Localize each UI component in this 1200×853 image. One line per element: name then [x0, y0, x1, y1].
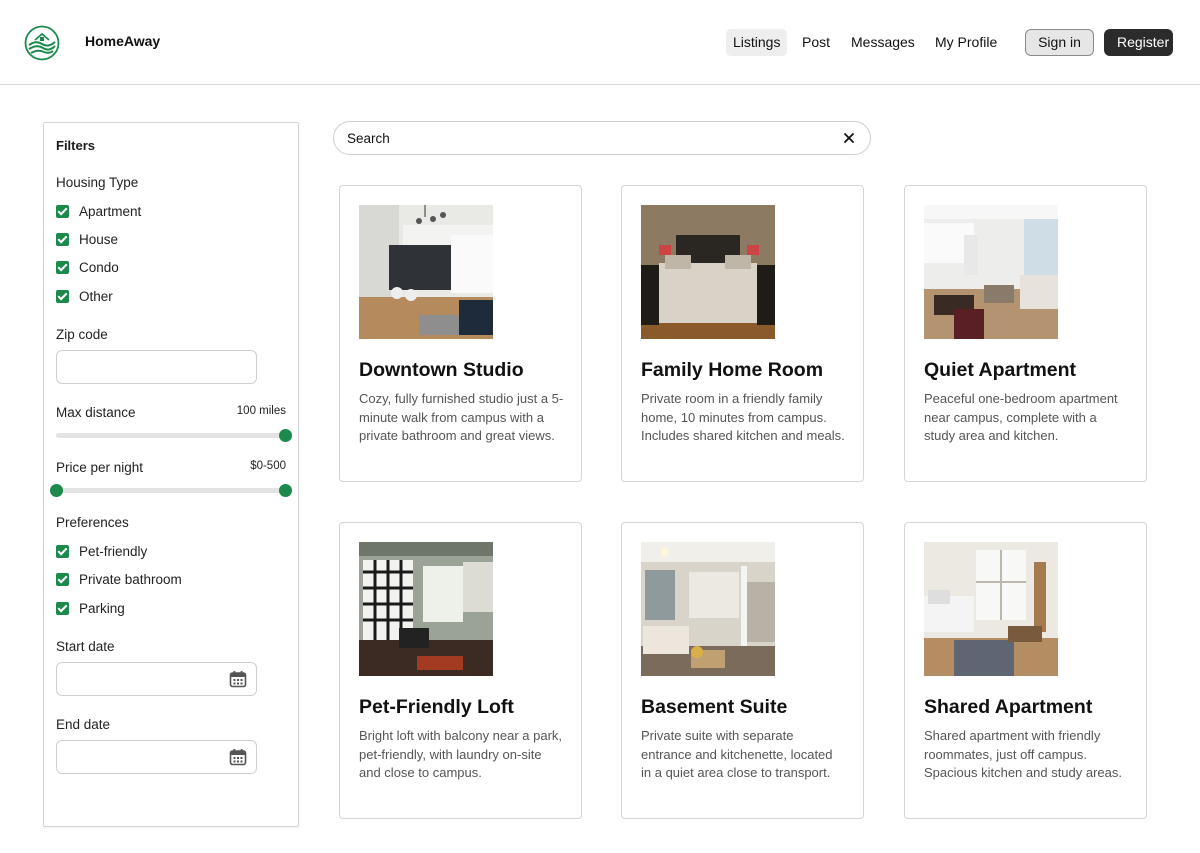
search-bar [333, 121, 871, 155]
zip-code-input[interactable] [56, 350, 257, 384]
price-range-slider[interactable] [50, 484, 292, 497]
checkbox-label: Parking [79, 600, 125, 616]
filters-panel: Filters Housing Type Apartment House Con… [43, 122, 299, 827]
listing-description: Cozy, fully furnished studio just a 5-mi… [359, 391, 564, 443]
calendar-icon[interactable] [229, 670, 247, 688]
checkbox-checked-icon[interactable] [56, 544, 69, 558]
brand-name[interactable]: HomeAway [85, 33, 160, 49]
listing-title[interactable]: Downtown Studio [359, 359, 524, 382]
checkbox-label: Private bathroom [79, 571, 182, 587]
checkbox-checked-icon[interactable] [56, 260, 69, 274]
listing-card-downtown-studio[interactable]: Downtown Studio Cozy, fully furnished st… [339, 185, 582, 482]
listing-photo[interactable] [924, 542, 1058, 676]
listing-card-quiet-apartment[interactable]: Quiet Apartment Peaceful one-bedroom apa… [904, 185, 1147, 482]
top-header: HomeAway Listings Post Messages My Profi… [0, 0, 1200, 85]
checkbox-apartment[interactable]: Apartment [56, 202, 141, 220]
listing-card-basement-suite[interactable]: Basement Suite Private suite with separa… [621, 522, 864, 819]
price-min-handle[interactable] [50, 484, 63, 497]
max-distance-slider-handle[interactable] [279, 429, 292, 442]
listing-photo[interactable] [359, 542, 493, 676]
listing-description: Bright loft with balcony near a park, pe… [359, 728, 563, 780]
filters-title: Filters [56, 138, 96, 153]
listing-title[interactable]: Pet-Friendly Loft [359, 696, 514, 719]
listing-description: Shared apartment with friendly roommates… [924, 728, 1123, 780]
listing-photo[interactable] [924, 205, 1058, 339]
listing-card-family-home-room[interactable]: Family Home Room Private room in a frien… [621, 185, 864, 482]
listing-title[interactable]: Basement Suite [641, 696, 787, 719]
price-label: Price per night [56, 460, 144, 475]
checkbox-pet-friendly[interactable]: Pet-friendly [56, 542, 147, 560]
max-distance-value: 100 miles [236, 405, 286, 417]
zip-code-label: Zip code [56, 327, 108, 342]
listing-title[interactable]: Quiet Apartment [924, 359, 1076, 382]
max-distance-label: Max distance [56, 405, 136, 420]
checkbox-other[interactable]: Other [56, 287, 113, 305]
start-date-label: Start date [56, 639, 115, 654]
listing-description: Private room in a friendly family home, … [641, 391, 845, 443]
calendar-icon[interactable] [229, 748, 247, 766]
house-hills-logo-icon[interactable] [24, 25, 60, 61]
nav-post[interactable]: Post [795, 29, 837, 56]
checkbox-checked-icon[interactable] [56, 204, 69, 218]
checkbox-parking[interactable]: Parking [56, 599, 125, 617]
checkbox-checked-icon[interactable] [56, 232, 69, 246]
nav-messages[interactable]: Messages [844, 29, 922, 56]
listing-title[interactable]: Family Home Room [641, 359, 823, 382]
start-date-input[interactable] [56, 662, 257, 696]
listing-description: Private suite with separate entrance and… [641, 728, 833, 780]
checkbox-label: Other [79, 288, 113, 304]
housing-type-label: Housing Type [56, 175, 139, 190]
listing-title[interactable]: Shared Apartment [924, 696, 1092, 719]
price-max-handle[interactable] [279, 484, 292, 497]
checkbox-label: House [79, 231, 119, 247]
search-input[interactable] [347, 122, 827, 154]
checkbox-label: Pet-friendly [79, 543, 148, 559]
listing-photo[interactable] [641, 542, 775, 676]
sign-in-button[interactable]: Sign in [1025, 29, 1094, 56]
checkbox-private-bathroom[interactable]: Private bathroom [56, 570, 182, 588]
close-icon[interactable] [842, 131, 856, 145]
max-distance-slider[interactable] [56, 429, 292, 442]
checkbox-house[interactable]: House [56, 230, 118, 248]
checkbox-condo[interactable]: Condo [56, 258, 119, 276]
listing-description: Peaceful one-bedroom apartment near camp… [924, 391, 1118, 443]
listing-card-pet-friendly-loft[interactable]: Pet-Friendly Loft Bright loft with balco… [339, 522, 582, 819]
listing-photo[interactable] [641, 205, 775, 339]
preferences-label: Preferences [56, 515, 129, 530]
checkbox-label: Condo [79, 259, 119, 275]
nav-my-profile[interactable]: My Profile [928, 29, 1004, 56]
checkbox-checked-icon[interactable] [56, 289, 69, 303]
checkbox-label: Apartment [79, 203, 142, 219]
price-value: $0-500 [250, 460, 286, 472]
end-date-label: End date [56, 717, 111, 732]
checkbox-checked-icon[interactable] [56, 572, 69, 586]
nav-listings[interactable]: Listings [726, 29, 788, 56]
listing-photo[interactable] [359, 205, 493, 339]
register-button[interactable]: Register [1104, 29, 1173, 56]
end-date-input[interactable] [56, 740, 257, 774]
listing-card-shared-apartment[interactable]: Shared Apartment Shared apartment with f… [904, 522, 1147, 819]
checkbox-checked-icon[interactable] [56, 601, 69, 615]
